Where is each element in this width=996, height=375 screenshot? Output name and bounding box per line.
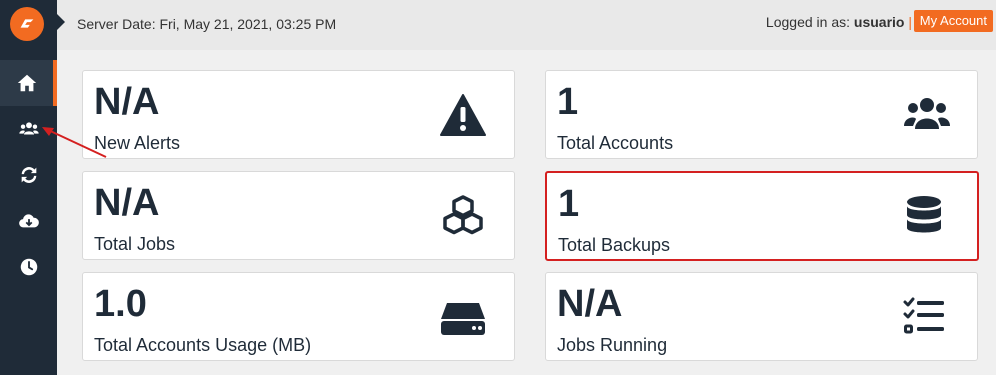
database-icon <box>907 196 941 233</box>
header-notch <box>57 14 65 30</box>
card-value: N/A <box>94 81 160 123</box>
server-date: Server Date: Fri, May 21, 2021, 03:25 PM <box>77 16 337 32</box>
card-value: 1 <box>558 183 580 225</box>
my-account-button[interactable]: My Account <box>913 10 993 32</box>
home-icon <box>17 74 36 92</box>
users-icon <box>904 98 950 129</box>
annotation-arrow <box>42 127 107 158</box>
card-label: Total Jobs <box>94 234 176 254</box>
card-label: Jobs Running <box>557 335 668 355</box>
users-icon <box>18 122 39 135</box>
login-info: Logged in as: usuario | <box>766 14 912 30</box>
top-bar: Server Date: Fri, May 21, 2021, 03:25 PM… <box>57 0 996 50</box>
logo-icon <box>20 19 34 28</box>
card-label: Total Accounts Usage (MB) <box>94 335 312 355</box>
app-logo[interactable] <box>10 7 44 41</box>
cubes-icon <box>443 195 483 235</box>
card-label: Total Backups <box>558 235 671 255</box>
tasks-icon <box>903 297 944 334</box>
warning-icon <box>440 94 486 136</box>
card-total-accounts-usage[interactable]: 1.0 Total Accounts Usage (MB) <box>82 272 515 361</box>
sidebar-item-home[interactable] <box>0 60 57 106</box>
card-jobs-running[interactable]: N/A Jobs Running <box>545 272 978 361</box>
card-label: Total Accounts <box>557 133 674 153</box>
login-separator: | <box>908 14 912 30</box>
clock-icon <box>20 258 37 276</box>
card-value: 1.0 <box>94 283 147 325</box>
sync-icon <box>21 167 36 183</box>
hdd-icon <box>441 303 485 335</box>
logged-in-label: Logged in as: <box>765 14 850 30</box>
sidebar-item-schedule[interactable] <box>0 244 57 290</box>
card-total-jobs[interactable]: N/A Total Jobs <box>82 171 515 260</box>
card-new-alerts[interactable]: N/A New Alerts <box>82 70 515 159</box>
card-value: 1 <box>557 81 579 123</box>
sidebar-item-restore[interactable] <box>0 198 57 244</box>
card-total-accounts[interactable]: 1 Total Accounts <box>545 70 978 159</box>
card-total-backups[interactable]: 1 Total Backups <box>545 171 979 261</box>
card-value: N/A <box>557 283 623 325</box>
cloud-download-icon <box>18 214 39 228</box>
username: usuario <box>853 14 905 30</box>
card-value: N/A <box>94 182 160 224</box>
sidebar <box>0 0 57 375</box>
